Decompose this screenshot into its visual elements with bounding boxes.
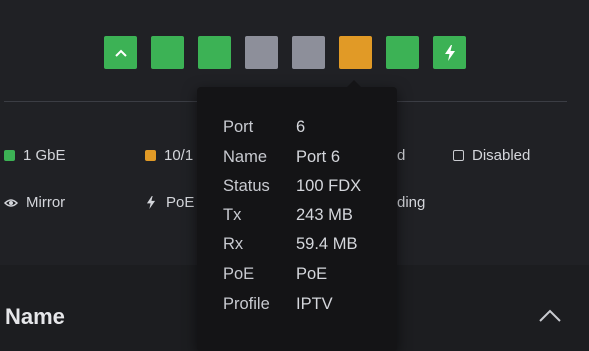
tooltip-value: PoE [296,265,328,283]
port-7[interactable] [386,36,419,69]
port-3[interactable] [198,36,231,69]
section-title: Name [5,304,65,329]
lightning-icon [444,44,455,61]
tooltip-value: 243 MB [296,206,353,224]
legend-swatch-disabled [453,150,464,161]
chevron-up-icon [114,49,127,57]
port-5[interactable] [292,36,325,69]
tooltip-label: Rx [223,235,244,253]
tooltip-value: 59.4 MB [296,235,358,253]
legend-partial-ding: ding [397,194,425,211]
tooltip-value: 100 FDX [296,177,362,195]
tooltip-label: Tx [223,206,242,224]
legend-swatch-green [4,150,15,161]
tooltip-row-name: Name Port 6 [223,148,340,167]
port-1[interactable] [104,36,137,69]
tooltip-row-rx: Rx 59.4 MB [223,235,357,254]
tooltip-row-tx: Tx 243 MB [223,206,353,225]
legend-label: Disabled [472,147,531,164]
lightning-icon [144,196,158,210]
legend-label: ding [397,194,426,211]
tooltip-row-port: Port 6 [223,118,305,137]
eye-icon [4,196,18,210]
legend-10-100: 10/1 [145,147,193,164]
tooltip-arrow [346,80,362,88]
legend-label: PoE [166,194,195,211]
tooltip-row-status: Status 100 FDX [223,177,361,196]
legend-mirror: Mirror [4,194,65,211]
tooltip-value: 6 [296,118,306,136]
chevron-up-icon[interactable] [538,308,562,324]
port-6[interactable] [339,36,372,69]
tooltip-row-poe: PoE PoE [223,265,327,284]
legend-label: 1 GbE [23,147,66,164]
port-2[interactable] [151,36,184,69]
tooltip-label: PoE [223,265,255,283]
tooltip-value: IPTV [296,295,333,313]
port-8[interactable] [433,36,466,69]
tooltip-value: Port 6 [296,148,341,166]
tooltip-label: Profile [223,295,270,313]
legend-disabled: Disabled [453,147,530,164]
tooltip-label: Port [223,118,254,136]
legend-poe: PoE [144,194,194,211]
legend-label: 10/1 [164,147,194,164]
tooltip-label: Status [223,177,270,195]
tooltip-label: Name [223,148,268,166]
legend-1gbe: 1 GbE [4,147,66,164]
legend-label: d [397,147,406,164]
legend-partial: d [397,147,405,164]
port-tooltip: Port 6 Name Port 6 Status 100 FDX Tx 243… [197,80,397,351]
legend-label: Mirror [26,194,66,211]
port-4[interactable] [245,36,278,69]
legend-swatch-orange [145,150,156,161]
tooltip-row-profile: Profile IPTV [223,295,333,314]
